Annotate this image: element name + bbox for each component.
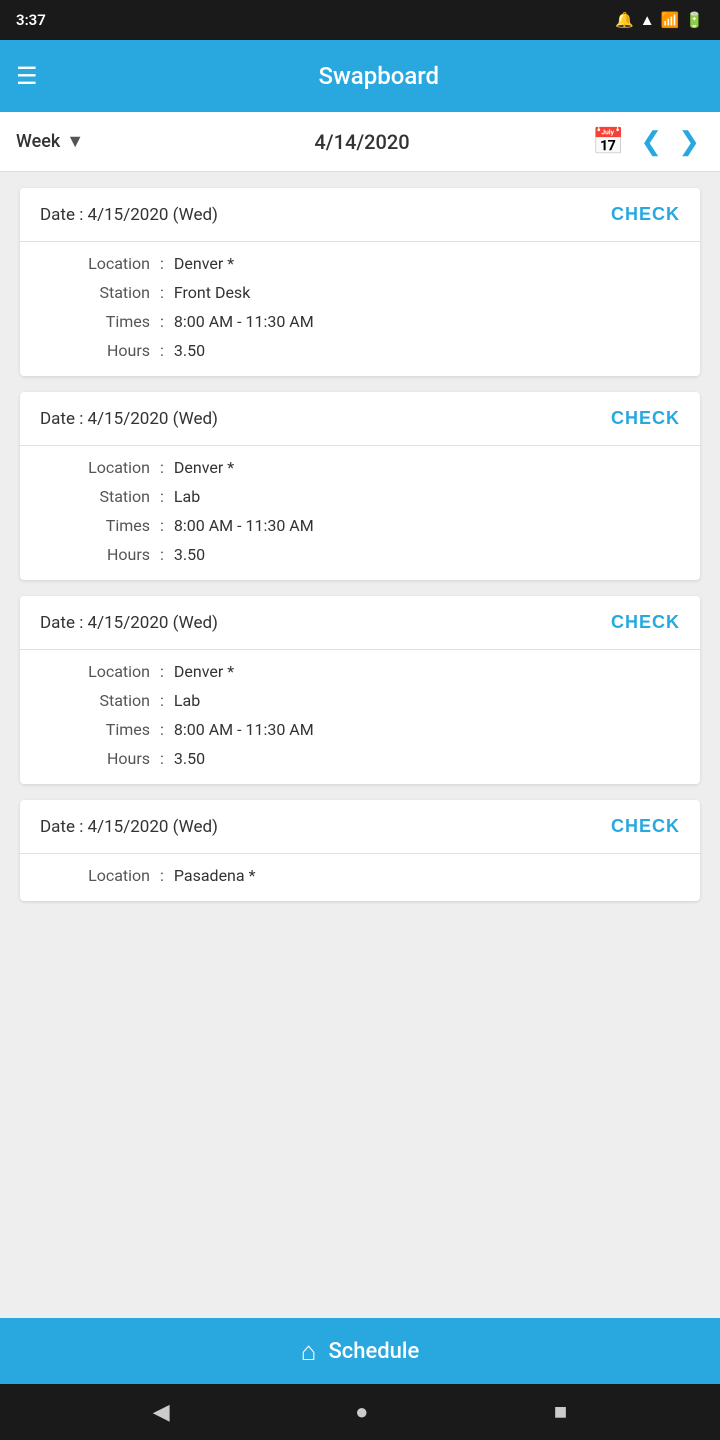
hours-value: 3.50	[174, 545, 205, 564]
station-value: Lab	[174, 691, 200, 710]
android-nav: ◀ ● ■	[0, 1384, 720, 1440]
shift-date: Date : 4/15/2020 (Wed)	[40, 409, 218, 429]
shift-header: Date : 4/15/2020 (Wed) CHECK	[20, 392, 700, 446]
shift-details: Location : Denver * Station : Lab Times …	[20, 446, 700, 580]
arrow-left-icon[interactable]: ❮	[636, 123, 666, 161]
hours-row: Hours : 3.50	[60, 545, 680, 564]
week-label: Week	[16, 131, 60, 152]
times-row: Times : 8:00 AM - 11:30 AM	[60, 312, 680, 331]
shift-card: Date : 4/15/2020 (Wed) CHECK Location : …	[20, 800, 700, 901]
shift-card: Date : 4/15/2020 (Wed) CHECK Location : …	[20, 392, 700, 580]
shift-card: Date : 4/15/2020 (Wed) CHECK Location : …	[20, 188, 700, 376]
back-button[interactable]: ◀	[153, 1400, 170, 1425]
location-value: Denver *	[174, 254, 234, 273]
check-button[interactable]: CHECK	[611, 408, 680, 429]
location-label: Location	[60, 866, 150, 885]
hours-value: 3.50	[174, 341, 205, 360]
location-value: Denver *	[174, 458, 234, 477]
hours-label: Hours	[60, 749, 150, 768]
week-selector[interactable]: Week ▼	[16, 131, 136, 152]
content-area: Date : 4/15/2020 (Wed) CHECK Location : …	[0, 172, 720, 1318]
menu-icon[interactable]: ☰	[16, 62, 38, 90]
chevron-down-icon[interactable]: ▼	[66, 131, 84, 152]
station-row: Station : Front Desk	[60, 283, 680, 302]
home-button[interactable]: ●	[355, 1399, 368, 1425]
times-value: 8:00 AM - 11:30 AM	[174, 516, 314, 535]
app-bar: ☰ Swapboard	[0, 40, 720, 112]
station-label: Station	[60, 691, 150, 710]
separator: :	[160, 662, 164, 681]
hours-label: Hours	[60, 545, 150, 564]
times-value: 8:00 AM - 11:30 AM	[174, 312, 314, 331]
location-row: Location : Denver *	[60, 458, 680, 477]
station-label: Station	[60, 283, 150, 302]
separator: :	[160, 254, 164, 273]
app-title: Swapboard	[54, 62, 704, 90]
nav-icons: 📅 ❮ ❯	[588, 123, 704, 161]
hours-row: Hours : 3.50	[60, 341, 680, 360]
navigation-bar: Week ▼ 4/14/2020 📅 ❮ ❯	[0, 112, 720, 172]
shift-date: Date : 4/15/2020 (Wed)	[40, 205, 218, 225]
shift-header: Date : 4/15/2020 (Wed) CHECK	[20, 188, 700, 242]
hours-row: Hours : 3.50	[60, 749, 680, 768]
shift-details: Location : Pasadena *	[20, 854, 700, 901]
status-time: 3:37	[16, 11, 46, 29]
location-value: Denver *	[174, 662, 234, 681]
separator: :	[160, 749, 164, 768]
check-button[interactable]: CHECK	[611, 816, 680, 837]
station-row: Station : Lab	[60, 691, 680, 710]
times-label: Times	[60, 312, 150, 331]
separator: :	[160, 312, 164, 331]
separator: :	[160, 341, 164, 360]
times-row: Times : 8:00 AM - 11:30 AM	[60, 720, 680, 739]
check-button[interactable]: CHECK	[611, 612, 680, 633]
location-label: Location	[60, 254, 150, 273]
location-label: Location	[60, 458, 150, 477]
shift-header: Date : 4/15/2020 (Wed) CHECK	[20, 800, 700, 854]
signal-icon: 📶	[661, 11, 680, 29]
check-button[interactable]: CHECK	[611, 204, 680, 225]
arrow-right-icon[interactable]: ❯	[674, 123, 704, 161]
location-value: Pasadena *	[174, 866, 256, 885]
notification-icon: 🔔	[615, 11, 634, 29]
station-value: Front Desk	[174, 283, 250, 302]
shift-header: Date : 4/15/2020 (Wed) CHECK	[20, 596, 700, 650]
shift-details: Location : Denver * Station : Front Desk…	[20, 242, 700, 376]
times-label: Times	[60, 720, 150, 739]
separator: :	[160, 458, 164, 477]
separator: :	[160, 720, 164, 739]
shift-card: Date : 4/15/2020 (Wed) CHECK Location : …	[20, 596, 700, 784]
status-icons: 🔔 ▲ 📶 🔋	[615, 11, 704, 29]
shift-details: Location : Denver * Station : Lab Times …	[20, 650, 700, 784]
hours-label: Hours	[60, 341, 150, 360]
schedule-label: Schedule	[328, 1339, 419, 1364]
date-display: 4/14/2020	[136, 130, 588, 154]
separator: :	[160, 487, 164, 506]
shift-date: Date : 4/15/2020 (Wed)	[40, 613, 218, 633]
times-label: Times	[60, 516, 150, 535]
calendar-icon[interactable]: 📅	[588, 123, 628, 161]
separator: :	[160, 516, 164, 535]
station-label: Station	[60, 487, 150, 506]
location-row: Location : Denver *	[60, 662, 680, 681]
bottom-nav[interactable]: ⌂ Schedule	[0, 1318, 720, 1384]
location-row: Location : Denver *	[60, 254, 680, 273]
separator: :	[160, 866, 164, 885]
location-label: Location	[60, 662, 150, 681]
separator: :	[160, 691, 164, 710]
times-value: 8:00 AM - 11:30 AM	[174, 720, 314, 739]
hours-value: 3.50	[174, 749, 205, 768]
separator: :	[160, 545, 164, 564]
home-icon: ⌂	[301, 1336, 317, 1367]
battery-icon: 🔋	[685, 11, 704, 29]
times-row: Times : 8:00 AM - 11:30 AM	[60, 516, 680, 535]
status-bar: 3:37 🔔 ▲ 📶 🔋	[0, 0, 720, 40]
station-value: Lab	[174, 487, 200, 506]
separator: :	[160, 283, 164, 302]
recents-button[interactable]: ■	[554, 1399, 567, 1425]
station-row: Station : Lab	[60, 487, 680, 506]
wifi-icon: ▲	[640, 11, 655, 29]
location-row: Location : Pasadena *	[60, 866, 680, 885]
shift-date: Date : 4/15/2020 (Wed)	[40, 817, 218, 837]
